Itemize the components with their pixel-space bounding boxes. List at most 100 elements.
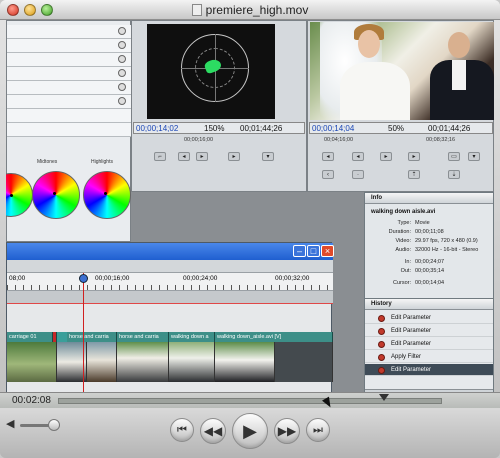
quicktime-window: premiere_high.mov Midtones Highlights 00… xyxy=(0,0,500,458)
effect-row[interactable] xyxy=(7,81,132,95)
ruler-label: 08;00 xyxy=(9,275,26,282)
clip-label[interactable]: walking down a xyxy=(169,332,215,342)
source-current-timecode[interactable]: 00;00;14;02 xyxy=(136,124,178,133)
groom-face xyxy=(448,32,470,58)
program-extract-button[interactable]: ⇣ xyxy=(448,170,460,179)
transition-marker[interactable] xyxy=(53,332,57,342)
highlights-color-wheel[interactable] xyxy=(83,171,131,219)
source-ruler-mark: 00;00;16;00 xyxy=(184,137,214,143)
program-current-timecode[interactable]: 00;00;14;04 xyxy=(312,124,354,133)
effect-row[interactable] xyxy=(7,39,132,53)
playhead-line[interactable] xyxy=(83,273,84,400)
clip-thumbnail xyxy=(7,342,57,382)
clip-thumbnail xyxy=(169,342,215,382)
reset-icon[interactable] xyxy=(118,27,126,35)
source-step-forward-button[interactable]: ▸ xyxy=(228,152,240,161)
program-play-button[interactable]: ▸ xyxy=(380,152,392,161)
volume-knob[interactable] xyxy=(48,419,60,431)
reset-icon[interactable] xyxy=(118,69,126,77)
program-prev-edit-button[interactable]: ◂ xyxy=(322,152,334,161)
program-step-back-button[interactable]: ◂ xyxy=(352,152,364,161)
rewind-button[interactable]: ◀◀ xyxy=(200,418,226,444)
program-video-frame xyxy=(310,22,494,120)
reset-icon[interactable] xyxy=(118,97,126,105)
effect-row[interactable] xyxy=(7,95,132,109)
history-item[interactable]: Edit Parameter xyxy=(365,338,493,350)
source-insert-button[interactable]: ▾ xyxy=(262,152,274,161)
minimize-button[interactable]: – xyxy=(293,245,306,257)
history-tab[interactable]: History xyxy=(365,299,493,310)
program-zoom-select[interactable]: 50% xyxy=(388,124,404,133)
scrubber-bar: 00:02:08 xyxy=(0,392,500,408)
clip-thumbnail xyxy=(87,342,117,382)
history-item[interactable]: Edit Parameter xyxy=(365,312,493,324)
source-zoom-select[interactable]: 150% xyxy=(204,124,224,133)
history-panel: History Edit Parameter Edit Parameter Ed… xyxy=(364,298,494,400)
maximize-button[interactable]: □ xyxy=(307,245,320,257)
shadows-color-wheel[interactable] xyxy=(6,173,33,217)
history-item-selected[interactable]: Edit Parameter xyxy=(365,364,493,376)
program-safe-margins-button[interactable]: ▭ xyxy=(448,152,460,161)
go-to-end-button[interactable]: ⏭ xyxy=(306,418,330,442)
program-shuttle-button[interactable]: · xyxy=(352,170,364,179)
reset-icon[interactable] xyxy=(118,83,126,91)
program-duration: 00;01;44;26 xyxy=(428,124,471,133)
history-step-icon xyxy=(378,354,385,361)
history-step-icon xyxy=(378,315,385,322)
effect-row[interactable] xyxy=(7,123,132,137)
movie-frame: Midtones Highlights 00;00;14;02 150% 00;… xyxy=(6,20,494,400)
source-timecode-bar: 00;00;14;02 150% 00;01;44;26 xyxy=(133,122,305,134)
program-step-forward-button[interactable]: ▸ xyxy=(408,152,420,161)
playback-controls: ◀ ⏮ ◀◀ ▶ ▶▶ ⏭ xyxy=(0,408,500,458)
vectorscope xyxy=(147,24,275,119)
midtones-color-wheel[interactable] xyxy=(32,171,80,219)
window-title-text: premiere_high.mov xyxy=(205,3,309,17)
effect-row[interactable] xyxy=(7,67,132,81)
history-step-icon xyxy=(378,328,385,335)
program-lift-button[interactable]: ⇡ xyxy=(408,170,420,179)
timeline-titlebar[interactable]: – □ × xyxy=(7,243,334,260)
history-item[interactable]: Apply Filter xyxy=(365,351,493,363)
go-to-start-button[interactable]: ⏮ xyxy=(170,418,194,442)
reset-icon[interactable] xyxy=(118,55,126,63)
timeline-ruler[interactable]: 08;00 00;00;16;00 00;00;24;00 00;00;32;0… xyxy=(7,273,333,291)
fast-forward-button[interactable]: ▶▶ xyxy=(274,418,300,444)
groom-shirt xyxy=(452,60,466,90)
title-bar[interactable]: premiere_high.mov xyxy=(0,0,500,20)
ruler-label: 00;00;32;00 xyxy=(275,275,310,282)
work-area-bar[interactable] xyxy=(7,291,333,303)
ruler-label: 00;00;16;00 xyxy=(95,275,130,282)
source-play-button[interactable]: ▸ xyxy=(196,152,208,161)
bride-dress xyxy=(340,62,410,120)
window-title: premiere_high.mov xyxy=(0,3,500,17)
program-timecode-bar: 00;00;14;04 50% 00;01;44;26 xyxy=(309,122,493,134)
program-jog-back-button[interactable]: ‹ xyxy=(322,170,334,179)
source-set-in-button[interactable]: ⌐ xyxy=(154,152,166,161)
timeline-window: – □ × 08;00 00;00;16;00 00;00;24;00 00;0… xyxy=(6,242,334,400)
source-step-back-button[interactable]: ◂ xyxy=(178,152,190,161)
reset-icon[interactable] xyxy=(118,41,126,49)
clip-label[interactable]: horse and carria xyxy=(67,332,117,342)
effect-row[interactable] xyxy=(7,25,132,39)
ruler-ticks xyxy=(7,285,333,290)
info-filename: walking down aisle.avi xyxy=(371,209,436,215)
empty-track-area xyxy=(275,342,333,382)
timeline-toolbar xyxy=(7,260,333,273)
playhead-triangle[interactable] xyxy=(379,394,389,401)
close-button[interactable]: × xyxy=(321,245,334,257)
effect-row[interactable] xyxy=(7,53,132,67)
highlights-label: Highlights xyxy=(91,159,113,165)
info-tab[interactable]: Info xyxy=(365,193,493,204)
clip-label[interactable]: walking down_aisle.avi [V] xyxy=(215,332,333,342)
play-button[interactable]: ▶ xyxy=(232,413,268,449)
program-ruler-right: 00;08;32;16 xyxy=(426,137,456,143)
program-output-button[interactable]: ▾ xyxy=(468,152,480,161)
program-ruler-left: 00;04;16;00 xyxy=(324,137,354,143)
clip-label[interactable]: horse and carria xyxy=(117,332,169,342)
history-item[interactable]: Edit Parameter xyxy=(365,325,493,337)
scrubber-track[interactable] xyxy=(58,394,442,404)
effect-row[interactable] xyxy=(7,109,132,123)
source-duration: 00;01;44;26 xyxy=(240,124,283,133)
playhead-handle[interactable] xyxy=(79,274,88,283)
clip-label[interactable]: carriage 01 xyxy=(7,332,53,342)
